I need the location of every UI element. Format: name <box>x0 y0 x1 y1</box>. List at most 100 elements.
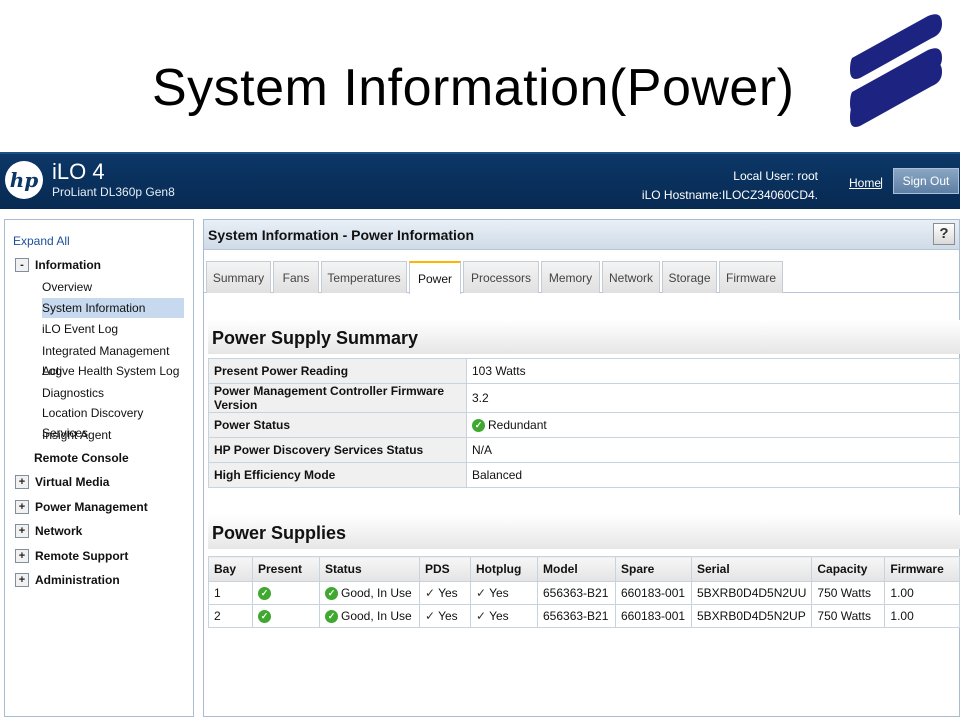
sidebar-navigation: Expand All - Information Overview System… <box>4 219 194 717</box>
summary-label: Present Power Reading <box>208 358 467 384</box>
sign-out-button[interactable]: Sign Out <box>893 168 959 194</box>
tab-storage[interactable]: Storage <box>662 261 717 293</box>
table-row: Power Management Controller Firmware Ver… <box>208 383 960 413</box>
checkmark-icon: ✓ <box>425 609 436 623</box>
tab-bar: Summary Fans Temperatures Power Processo… <box>204 261 959 294</box>
table-row: 1 ✓ ✓ Good, In Use ✓ Yes ✓ Yes 656363-B21 6… <box>208 581 960 605</box>
expand-icon[interactable]: + <box>15 500 29 514</box>
sidebar-item-location-discovery-services[interactable]: Location Discovery Services <box>42 403 184 440</box>
checkmark-icon: ✓ <box>476 609 487 623</box>
expand-icon[interactable]: + <box>15 573 29 587</box>
column-header: Present <box>252 556 320 582</box>
power-supplies-table: Bay Present Status PDS Hotplug Model Spa… <box>208 556 960 628</box>
brand-logo <box>850 14 942 127</box>
sidebar-item-ilo-event-log[interactable]: iLO Event Log <box>42 319 184 339</box>
cell-capacity: 750 Watts <box>811 604 886 628</box>
ilo-header: hp iLO 4 ProLiant DL360p Gen8 Local User… <box>0 152 960 209</box>
table-row: Present Power Reading 103 Watts <box>208 358 960 384</box>
present-ok-icon: ✓ <box>258 610 271 624</box>
sidebar-group-information[interactable]: - Information <box>15 258 101 272</box>
column-header: Bay <box>208 556 253 582</box>
sidebar-item-overview[interactable]: Overview <box>42 277 184 297</box>
expand-icon[interactable]: + <box>15 549 29 563</box>
local-user: Local User: root <box>733 169 818 183</box>
sidebar-group-label: Administration <box>35 573 120 587</box>
sidebar-item-remote-console[interactable]: Remote Console <box>34 451 129 465</box>
summary-value: 3.2 <box>466 383 960 413</box>
column-header: Capacity <box>811 556 886 582</box>
tab-firmware[interactable]: Firmware <box>719 261 783 293</box>
cell-pds: ✓ Yes <box>419 604 471 628</box>
hp-logo: hp <box>5 161 43 199</box>
tab-summary[interactable]: Summary <box>206 261 271 293</box>
power-supply-summary-heading: Power Supply Summary <box>208 320 960 354</box>
sidebar-item-system-information[interactable]: System Information <box>42 298 184 318</box>
status-ok-icon: ✓ <box>325 587 338 601</box>
sidebar-item-integrated-management-log[interactable]: Integrated Management Log <box>42 341 184 378</box>
summary-value-power-status: ✓ Redundant <box>466 412 960 438</box>
help-button[interactable]: ? <box>933 223 955 245</box>
sidebar-group-remote-support[interactable]: + Remote Support <box>15 549 128 563</box>
sidebar-item-active-health-system-log[interactable]: Active Health System Log <box>42 361 184 381</box>
status-ok-icon: ✓ <box>325 610 338 624</box>
cell-present: ✓ <box>252 581 320 605</box>
tab-processors[interactable]: Processors <box>463 261 539 293</box>
table-row: High Efficiency Mode Balanced <box>208 462 960 488</box>
cell-present: ✓ <box>252 604 320 628</box>
cell-hotplug: ✓ Yes <box>470 581 538 605</box>
cell-serial: 5BXRB0D4D5N2UU <box>690 581 813 605</box>
cell-firmware: 1.00 <box>884 604 960 628</box>
sidebar-group-network[interactable]: + Network <box>15 524 82 538</box>
expand-icon[interactable]: + <box>15 475 29 489</box>
product-name: iLO 4 <box>52 159 105 184</box>
tab-network[interactable]: Network <box>602 261 660 293</box>
cell-spare: 660183-001 <box>615 604 692 628</box>
cell-firmware: 1.00 <box>884 581 960 605</box>
sidebar-group-label: Information <box>35 258 101 272</box>
power-supply-summary-table: Present Power Reading 103 Watts Power Ma… <box>208 358 960 488</box>
sidebar-item-diagnostics[interactable]: Diagnostics <box>42 383 184 403</box>
sidebar-group-power-management[interactable]: + Power Management <box>15 500 148 514</box>
sidebar-group-label: Virtual Media <box>35 475 110 489</box>
sidebar-group-virtual-media[interactable]: + Virtual Media <box>15 475 109 489</box>
column-header: Model <box>537 556 616 582</box>
column-header: PDS <box>419 556 471 582</box>
column-header: Spare <box>615 556 692 582</box>
cell-serial: 5BXRB0D4D5N2UP <box>690 604 813 628</box>
cell-model: 656363-B21 <box>537 604 616 628</box>
expand-icon[interactable]: + <box>15 524 29 538</box>
cell-pds: ✓ Yes <box>419 581 471 605</box>
status-ok-icon: ✓ <box>472 419 485 433</box>
cell-status: ✓ Good, In Use <box>319 581 420 605</box>
cell-hotplug: ✓ Yes <box>470 604 538 628</box>
cell-bay: 2 <box>208 604 253 628</box>
slide-title: System Information(Power) <box>152 59 795 117</box>
present-ok-icon: ✓ <box>258 587 271 601</box>
column-header: Hotplug <box>470 556 538 582</box>
table-row: Power Status ✓ Redundant <box>208 412 960 438</box>
tab-fans[interactable]: Fans <box>273 261 319 293</box>
expand-all-link[interactable]: Expand All <box>13 234 70 248</box>
panel-header: System Information - Power Information ? <box>204 220 959 250</box>
header-separator: | <box>880 175 884 189</box>
summary-label: Power Management Controller Firmware Ver… <box>208 383 467 413</box>
sidebar-group-administration[interactable]: + Administration <box>15 573 120 587</box>
table-row: HP Power Discovery Services Status N/A <box>208 437 960 463</box>
cell-bay: 1 <box>208 581 253 605</box>
sidebar-group-label: Power Management <box>35 500 148 514</box>
sidebar-item-insight-agent[interactable]: Insight Agent <box>42 425 184 445</box>
tab-temperatures[interactable]: Temperatures <box>321 261 407 293</box>
collapse-icon[interactable]: - <box>15 258 29 272</box>
power-status-text: Redundant <box>488 417 547 432</box>
checkmark-icon: ✓ <box>476 586 487 600</box>
column-header: Status <box>319 556 420 582</box>
checkmark-icon: ✓ <box>425 586 436 600</box>
power-supplies-heading: Power Supplies <box>208 515 960 549</box>
home-link[interactable]: Home <box>849 176 881 190</box>
cell-capacity: 750 Watts <box>811 581 886 605</box>
page-title: System Information - Power Information <box>208 227 475 243</box>
tab-memory[interactable]: Memory <box>541 261 600 293</box>
tab-power[interactable]: Power <box>409 261 461 294</box>
summary-value: 103 Watts <box>466 358 960 384</box>
table-row: 2 ✓ ✓ Good, In Use ✓ Yes ✓ Yes 656363-B21 6… <box>208 604 960 628</box>
